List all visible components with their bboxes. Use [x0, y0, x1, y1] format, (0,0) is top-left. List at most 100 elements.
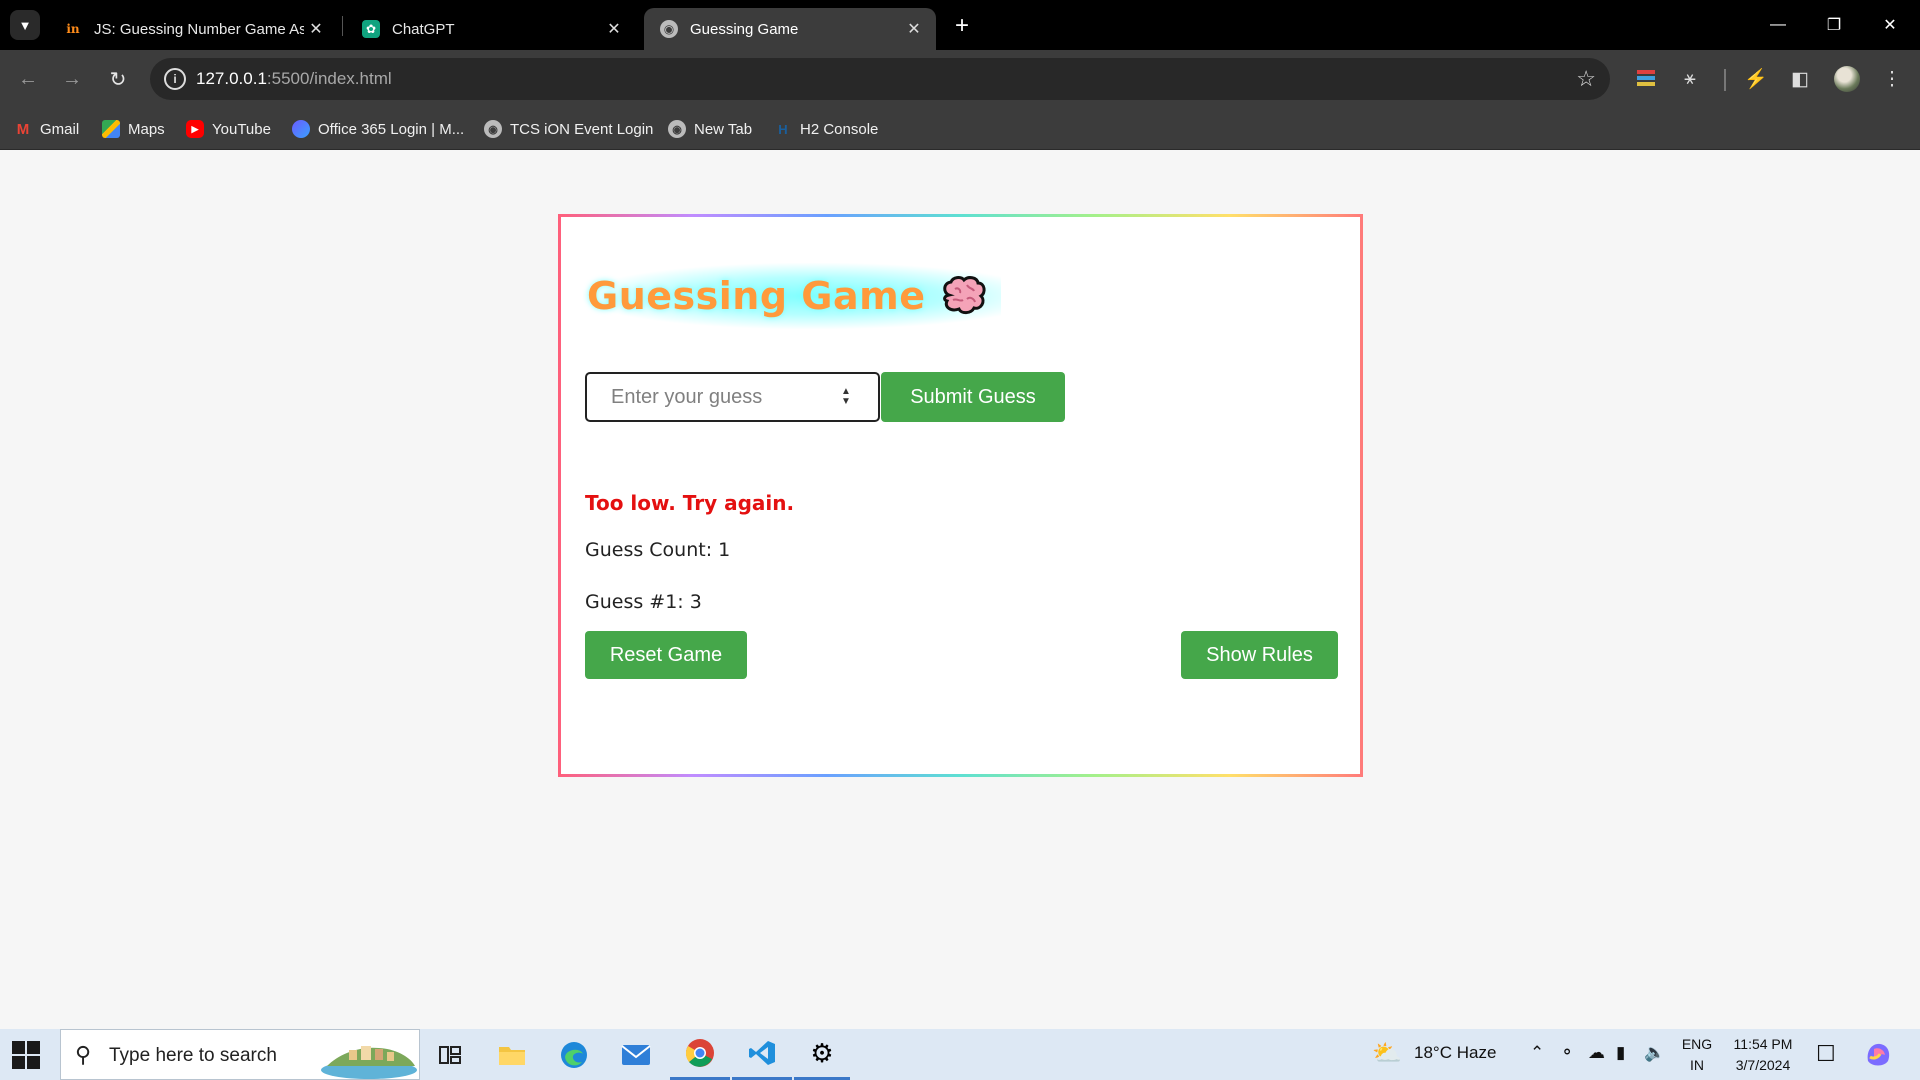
page-viewport: Guessing Game ▲ ▼ Submit Guess Too low. …: [0, 151, 1920, 1029]
chevron-up-icon[interactable]: ⌃: [1530, 1043, 1544, 1063]
reset-game-button[interactable]: Reset Game: [585, 631, 747, 679]
region-code: IN: [1690, 1057, 1704, 1073]
browser-toolbar: ← → ↻ i 127.0.0.1:5500/index.html ☆ ⚹ ⚡ …: [0, 50, 1920, 108]
bookmark-label: Office 365 Login | M...: [318, 120, 465, 138]
side-panel-icon[interactable]: ◧: [1786, 65, 1814, 93]
bookmark-label: H2 Console: [800, 120, 879, 138]
office-icon: [292, 120, 310, 138]
windows-taskbar: ⚲ Type here to search ⚙ ⛅ 18°C Haze ⌃ ⚬ …: [0, 1029, 1920, 1080]
taskbar-search-placeholder: Type here to search: [109, 1045, 277, 1066]
tab-title: ChatGPT: [392, 20, 455, 38]
search-highlight-illustration: [321, 1046, 417, 1079]
onedrive-icon[interactable]: ☁: [1588, 1043, 1605, 1063]
edge-browser-icon[interactable]: [548, 1029, 600, 1080]
bookmark-gmail[interactable]: M Gmail: [14, 118, 79, 140]
language-code: ENG: [1681, 1036, 1713, 1052]
bookmark-star-icon[interactable]: ☆: [1576, 66, 1596, 92]
guess-history-item: Guess #1: 3: [585, 591, 702, 613]
tab-search-chevron-icon[interactable]: ▼: [10, 10, 40, 40]
spin-down-icon[interactable]: ▼: [841, 397, 851, 407]
url-path: :5500/index.html: [266, 69, 392, 88]
bookmark-label: Gmail: [40, 120, 80, 138]
task-view-icon[interactable]: [424, 1029, 476, 1080]
game-container: Guessing Game ▲ ▼ Submit Guess Too low. …: [558, 214, 1363, 777]
copilot-icon[interactable]: [1864, 1041, 1892, 1072]
show-rules-button[interactable]: Show Rules: [1181, 631, 1338, 679]
close-icon[interactable]: ✕: [304, 17, 328, 41]
feedback-message: Too low. Try again.: [585, 491, 795, 515]
browser-tabstrip: ▼ in JS: Guessing Number Game Ass ✕ ✿ Ch…: [0, 0, 1920, 50]
game-title: Guessing Game: [583, 263, 1002, 329]
in-logo-icon: in: [66, 22, 80, 36]
bookmark-youtube[interactable]: ▶ YouTube: [186, 118, 271, 140]
maps-icon: [102, 120, 120, 138]
weather-icon[interactable]: ⛅: [1372, 1039, 1402, 1068]
bookmark-label: YouTube: [212, 120, 271, 138]
site-info-icon[interactable]: i: [164, 68, 186, 90]
address-bar[interactable]: i 127.0.0.1:5500/index.html ☆: [150, 58, 1610, 100]
chatgpt-icon: ✿: [362, 20, 380, 38]
extensions-puzzle-icon[interactable]: ⚹: [1676, 65, 1704, 93]
clock-date: 3/7/2024: [1735, 1057, 1791, 1073]
tab-js-guessing-assignment[interactable]: in JS: Guessing Number Game Ass ✕: [48, 8, 338, 50]
search-icon: ⚲: [75, 1042, 92, 1067]
extension-list-icon[interactable]: [1632, 65, 1660, 93]
reload-icon[interactable]: ↻: [102, 63, 134, 95]
settings-gear-icon[interactable]: ⚙: [794, 1029, 850, 1080]
youtube-icon: ▶: [186, 120, 204, 138]
battery-icon[interactable]: ▮: [1616, 1043, 1625, 1063]
bookmark-label: Maps: [128, 120, 165, 138]
file-explorer-icon[interactable]: [486, 1029, 538, 1080]
window-close-icon[interactable]: ✕: [1862, 0, 1918, 50]
profile-avatar[interactable]: [1834, 66, 1860, 92]
weather-text[interactable]: 18°C Haze: [1414, 1043, 1496, 1063]
system-clock[interactable]: 11:54 PM 3/7/2024: [1728, 1034, 1798, 1076]
chrome-icon[interactable]: [670, 1029, 730, 1080]
mail-icon[interactable]: [610, 1029, 662, 1080]
bookmark-maps[interactable]: Maps: [102, 118, 165, 140]
url-host: 127.0.0.1: [196, 69, 267, 88]
gmail-icon: M: [16, 120, 30, 138]
windows-start-icon[interactable]: [12, 1041, 40, 1069]
taskbar-search[interactable]: ⚲ Type here to search: [60, 1029, 420, 1080]
bookmark-label: TCS iON Event Login: [510, 120, 654, 138]
submit-guess-button[interactable]: Submit Guess: [881, 372, 1065, 422]
language-indicator[interactable]: ENG IN: [1680, 1034, 1714, 1076]
bookmark-new-tab[interactable]: ◉ New Tab: [668, 118, 752, 140]
bookmark-label: New Tab: [694, 120, 753, 138]
tab-title: Guessing Game: [690, 20, 799, 38]
tab-chatgpt[interactable]: ✿ ChatGPT ✕: [346, 8, 636, 50]
globe-icon: ◉: [660, 20, 678, 38]
number-spinner-icon[interactable]: ▲ ▼: [837, 384, 855, 410]
volume-icon[interactable]: 🔈: [1644, 1043, 1665, 1063]
guess-input[interactable]: [585, 372, 880, 422]
close-icon[interactable]: ✕: [902, 17, 926, 41]
notifications-icon[interactable]: ☐: [1816, 1041, 1836, 1067]
bookmarks-bar: M Gmail Maps ▶ YouTube Office 365 Login …: [0, 108, 1920, 150]
new-tab-plus-icon[interactable]: +: [948, 12, 976, 40]
performance-icon[interactable]: ⚡: [1742, 65, 1770, 93]
close-icon[interactable]: ✕: [602, 17, 626, 41]
clock-time: 11:54 PM: [1733, 1036, 1793, 1052]
globe-icon: ◉: [668, 120, 686, 138]
forward-arrow-icon[interactable]: →: [56, 63, 88, 95]
h2-icon: H: [778, 121, 788, 137]
back-arrow-icon[interactable]: ←: [12, 63, 44, 95]
address-url[interactable]: 127.0.0.1:5500/index.html: [196, 69, 392, 89]
globe-icon: ◉: [484, 120, 502, 138]
tab-guessing-game[interactable]: ◉ Guessing Game ✕: [644, 8, 936, 50]
tab-title: JS: Guessing Number Game Ass: [94, 20, 304, 38]
toolbar-divider: [1724, 69, 1726, 91]
bookmark-h2-console[interactable]: H H2 Console: [774, 118, 878, 140]
bookmark-office365[interactable]: Office 365 Login | M...: [292, 118, 464, 140]
brain-icon: [943, 276, 987, 315]
guess-count: Guess Count: 1: [585, 539, 731, 561]
menu-kebab-icon[interactable]: ⋮: [1878, 65, 1906, 93]
game-title-text: Guessing Game: [587, 274, 926, 318]
vscode-icon[interactable]: [732, 1029, 792, 1080]
bookmark-tcs-ion[interactable]: ◉ TCS iON Event Login: [484, 118, 653, 140]
restore-icon[interactable]: ❐: [1806, 0, 1862, 50]
tab-divider: [342, 16, 343, 36]
minimize-icon[interactable]: —: [1750, 0, 1806, 50]
network-icon[interactable]: ⚬: [1560, 1043, 1574, 1063]
